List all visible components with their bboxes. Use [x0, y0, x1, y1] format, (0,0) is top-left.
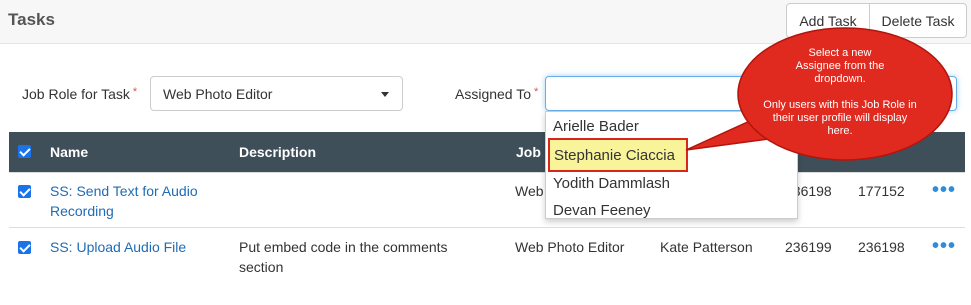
job-role-value: Web Photo Editor [163, 86, 273, 102]
assignee-cell: Kate Patterson [660, 239, 753, 255]
callout-line: here. [827, 125, 853, 137]
dropdown-option[interactable]: Yodith Dammlash [546, 171, 797, 198]
required-mark: * [534, 86, 539, 98]
caret-down-icon [381, 92, 389, 97]
job-role-label: Job Role for Task * [22, 86, 137, 102]
table-header: Name Description Job ID [9, 132, 965, 172]
task-name-line: Recording [50, 203, 114, 219]
id-cell: 236199 [785, 239, 832, 255]
job-role-select[interactable]: Web Photo Editor [150, 76, 403, 111]
task-name-link[interactable]: SS: Send Text for Audio Recording [50, 181, 198, 221]
id-cell: 236198 [858, 239, 905, 255]
table-row: SS: Send Text for Audio Recording Web 23… [9, 172, 965, 227]
job-cell: Web Photo Editor [515, 239, 625, 255]
callout-text: Select a new Assignee from the dropdown.… [740, 47, 940, 138]
description-cell: Put embed code in the comments section [239, 237, 448, 277]
more-options-icon[interactable]: ••• [932, 179, 956, 202]
page-title: Tasks [8, 10, 55, 29]
row-checkbox[interactable] [18, 185, 31, 198]
callout-line: their user profile will display [772, 112, 908, 124]
callout-line: Assignee from the [795, 60, 885, 72]
add-task-button[interactable]: Add Task [786, 3, 870, 38]
callout-line: Only users with this Job Role in [763, 99, 917, 111]
row-checkbox[interactable] [18, 241, 31, 254]
assigned-to-label-text: Assigned To [455, 86, 532, 102]
dropdown-option[interactable]: Devan Feeney [546, 198, 797, 218]
assigned-to-label: Assigned To * [455, 86, 538, 102]
delete-task-button[interactable]: Delete Task [869, 3, 967, 38]
col-header-job[interactable]: Job [516, 144, 541, 160]
col-header-name[interactable]: Name [50, 144, 88, 160]
description-line: section [239, 259, 284, 275]
page-header: Tasks Add Task Delete Task [0, 0, 971, 44]
job-cell: Web [515, 183, 544, 199]
dropdown-option-highlighted[interactable]: Stephanie Ciaccia [548, 138, 688, 172]
callout-line: Select a new [808, 47, 872, 59]
select-all-checkbox[interactable] [18, 145, 31, 158]
task-name-link[interactable]: SS: Upload Audio File [50, 237, 186, 257]
more-options-icon[interactable]: ••• [932, 235, 956, 258]
task-name-line: SS: Send Text for Audio [50, 183, 198, 199]
col-header-description[interactable]: Description [239, 144, 316, 160]
col-header-id[interactable]: ID [867, 144, 881, 160]
job-role-label-text: Job Role for Task [22, 86, 130, 102]
required-mark: * [132, 86, 138, 98]
table-row: SS: Upload Audio File Put embed code in … [9, 227, 965, 287]
callout-line: dropdown. [814, 73, 866, 85]
callout-spacer [740, 86, 940, 99]
id-cell: 177152 [858, 183, 905, 199]
description-line: Put embed code in the comments [239, 239, 448, 255]
